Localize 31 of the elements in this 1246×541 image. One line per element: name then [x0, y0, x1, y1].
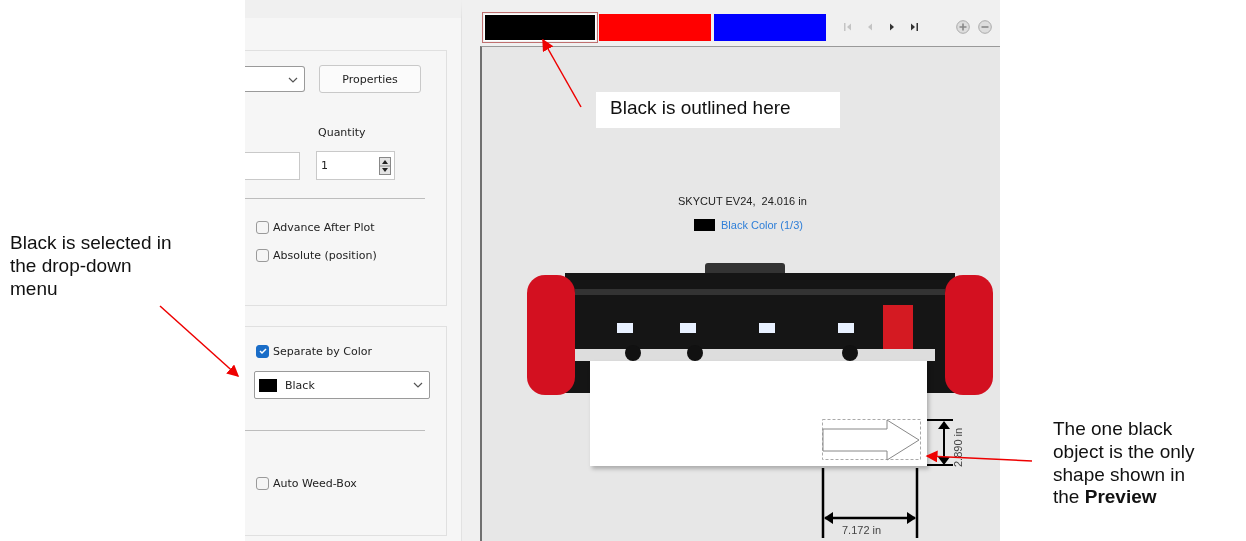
spin-arrows-icon[interactable]: [379, 156, 391, 175]
check-icon: [257, 346, 268, 356]
callout-arrow: [542, 38, 582, 108]
skip-last-icon[interactable]: [908, 21, 920, 33]
width-dimension: 7.172 in: [842, 524, 882, 536]
checkbox-label: Advance After Plot: [273, 220, 375, 234]
callout-text: Black is selected in the drop-down menu: [10, 232, 173, 301]
callout-text: The one black object is the only shape shown in the Preview: [1053, 418, 1196, 510]
checkbox-label: Absolute (position): [273, 248, 377, 262]
properties-button[interactable]: Properties: [319, 65, 421, 93]
printer-dropdown[interactable]: [245, 66, 305, 92]
chevron-down-icon: [413, 382, 423, 388]
callout-text: Black is outlined here: [596, 92, 840, 128]
text-field[interactable]: [245, 151, 300, 180]
color-tab[interactable]: [484, 13, 596, 41]
color-tab[interactable]: [714, 13, 826, 41]
height-dimension: 2.890 in: [952, 427, 964, 467]
checkbox[interactable]: [256, 344, 269, 358]
checkbox[interactable]: [256, 248, 269, 262]
zoom-in-icon[interactable]: [956, 20, 970, 34]
checkbox[interactable]: [256, 476, 269, 490]
checkbox-label: Auto Weed-Box: [273, 476, 357, 490]
color-dropdown[interactable]: Black: [254, 371, 430, 399]
checkbox-label: Separate by Color: [273, 344, 373, 358]
machine-title: SKYCUT EV24, 24.016 in: [678, 195, 807, 207]
chevron-down-icon: [288, 77, 298, 83]
zoom-out-icon[interactable]: [978, 20, 992, 34]
quantity-spinner[interactable]: 1: [316, 151, 395, 180]
quantity-label: Quantity: [318, 126, 367, 139]
checkbox[interactable]: [256, 220, 269, 234]
color-tab[interactable]: [599, 13, 711, 41]
